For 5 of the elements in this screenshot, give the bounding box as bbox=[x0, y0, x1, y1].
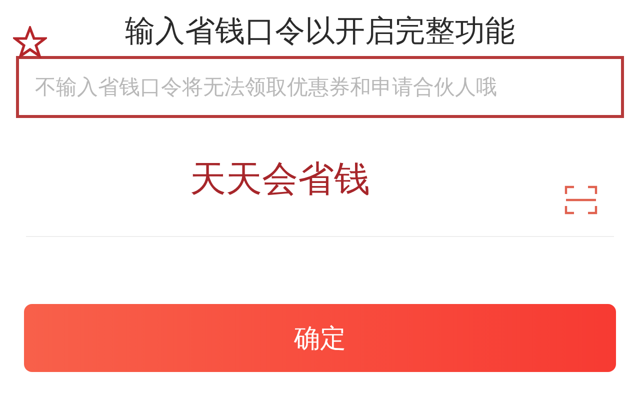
code-field[interactable]: 天天会省钱 bbox=[190, 157, 370, 201]
page-title: 输入省钱口令以开启完整功能 bbox=[125, 13, 515, 51]
star-icon bbox=[13, 26, 47, 58]
scan-icon[interactable] bbox=[564, 184, 598, 216]
notice-text: 不输入省钱口令将无法领取优惠券和申请合伙人哦 bbox=[16, 56, 624, 118]
